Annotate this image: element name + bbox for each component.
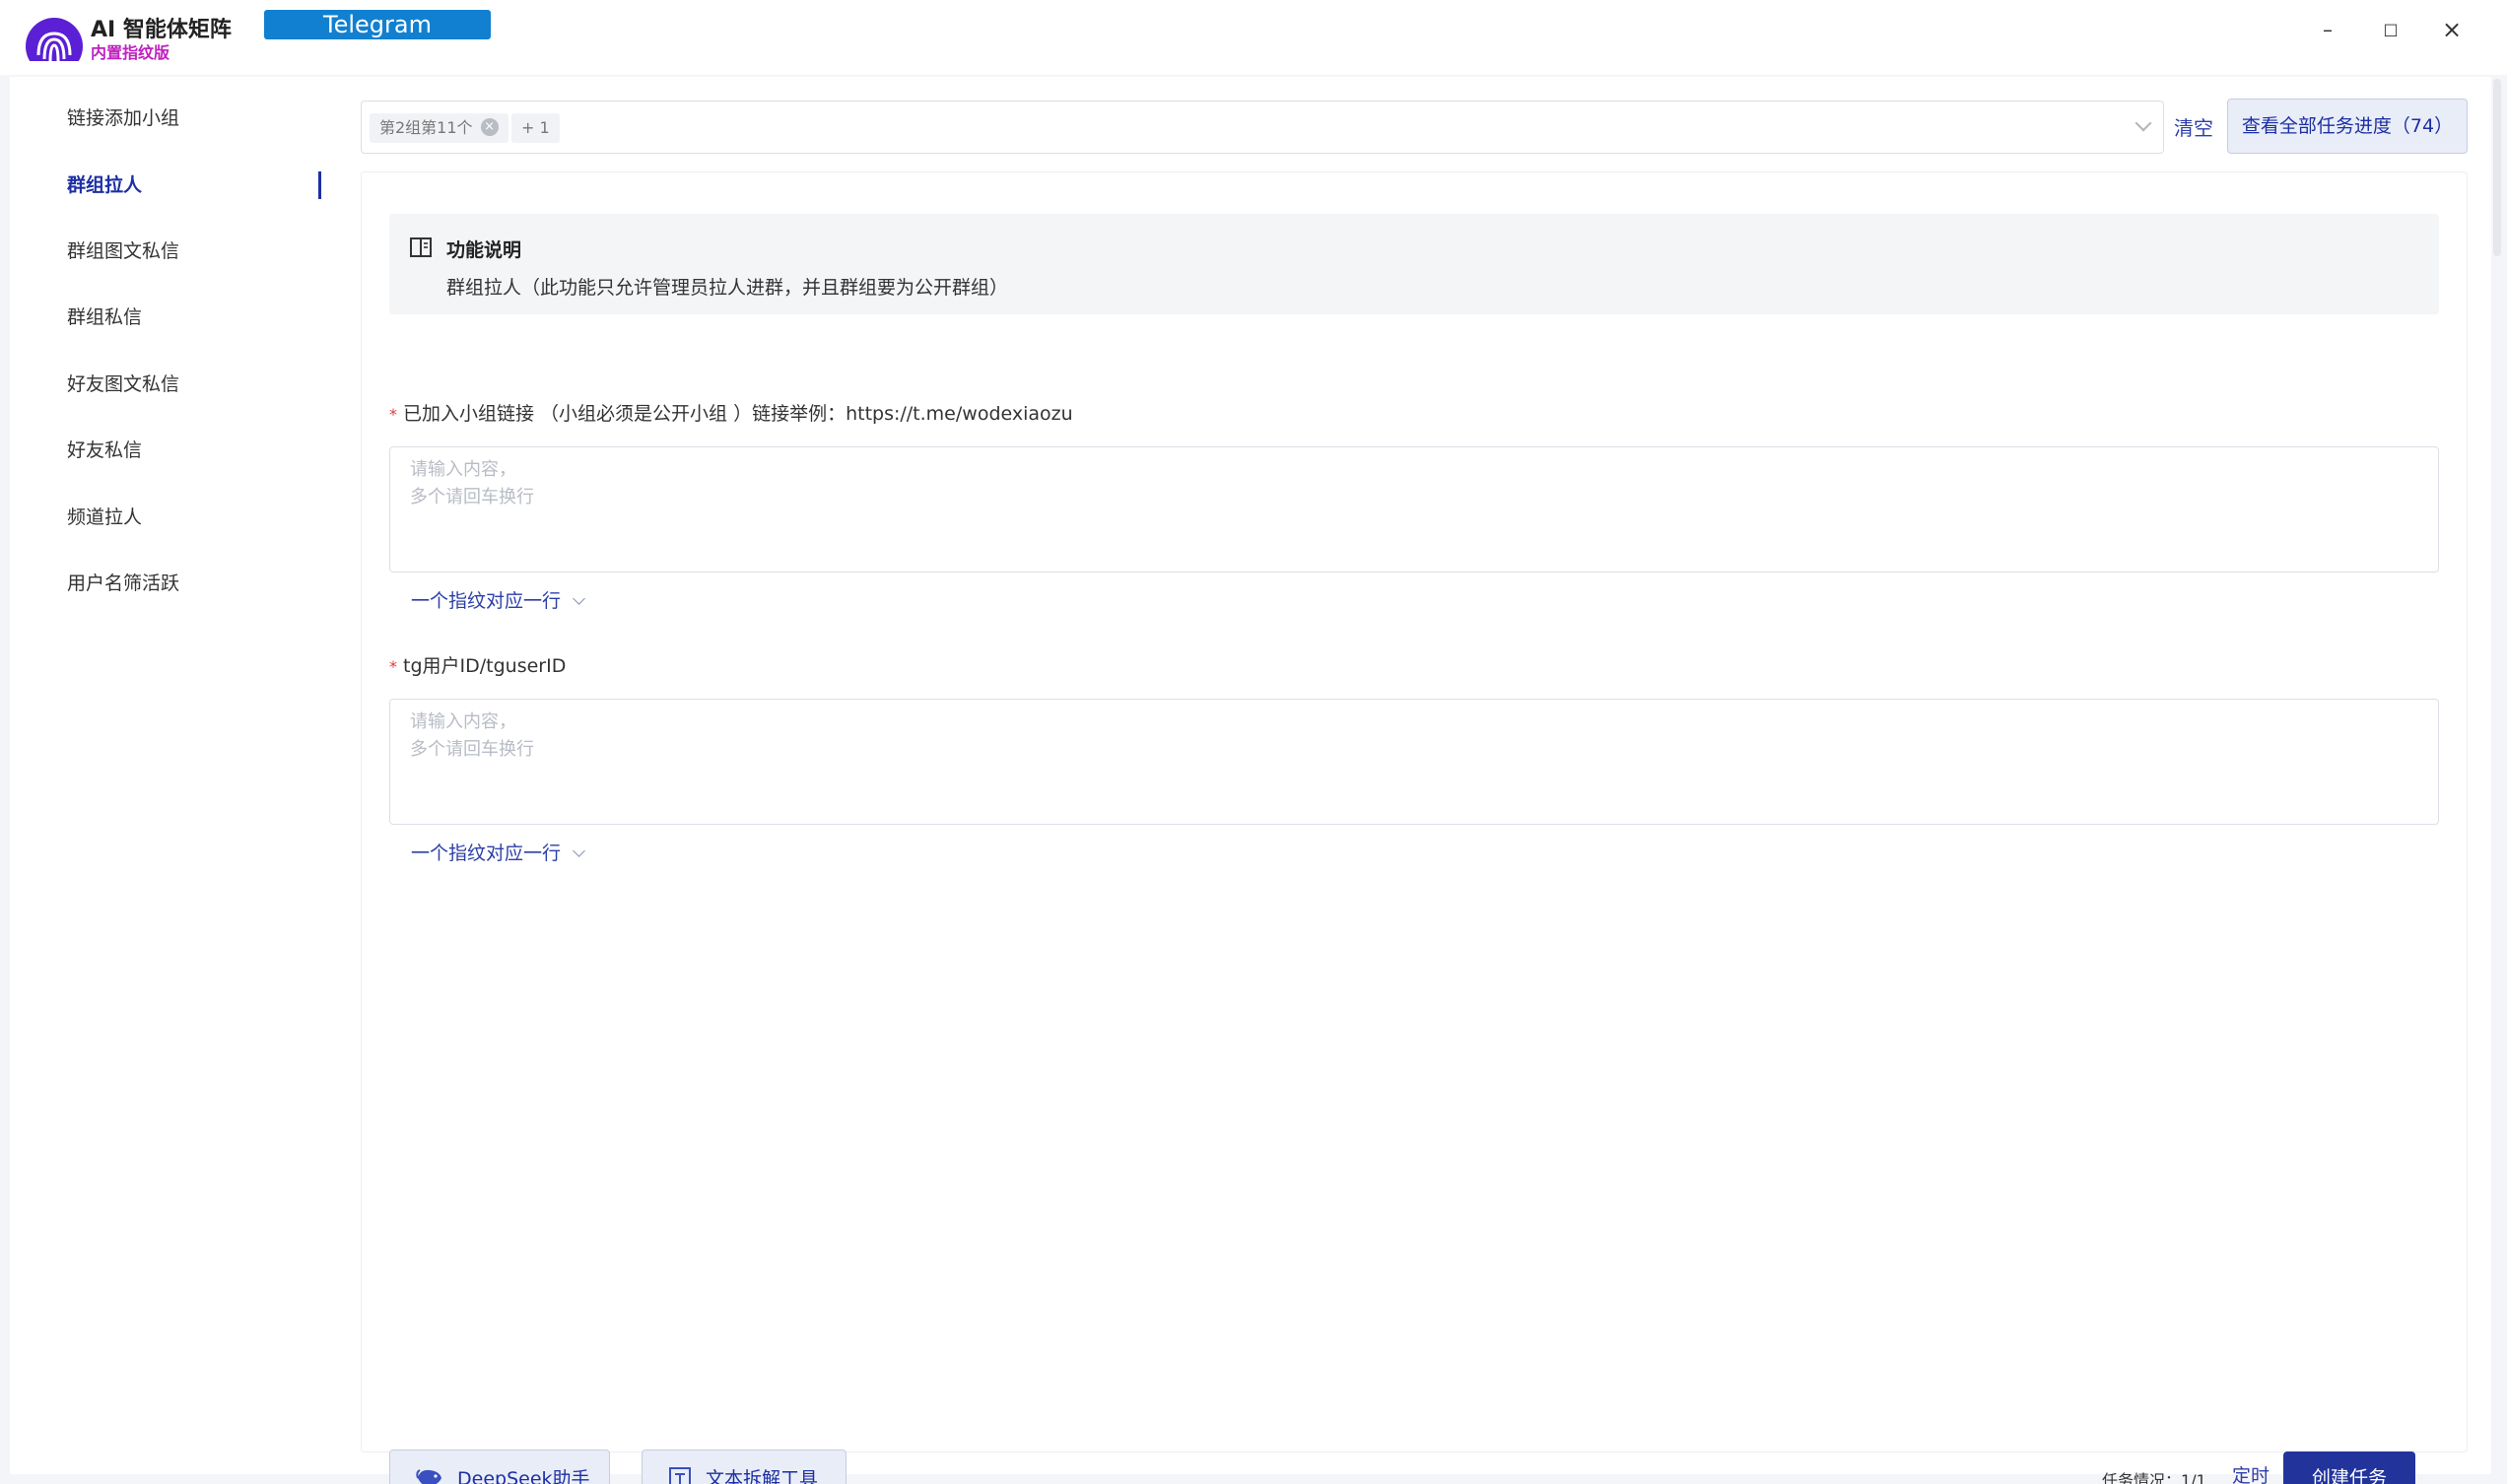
fingerprint-line-toggle[interactable]: 一个指纹对应一行 [411, 586, 585, 613]
sidebar-item-group-rich-dm[interactable]: 群组图文私信 [28, 224, 333, 279]
sidebar-item-username-active-filter[interactable]: 用户名筛活跃 [28, 556, 333, 611]
tg-user-id-label: * tg用户ID/tguserID [389, 655, 567, 677]
sidebar-item-link-add-group[interactable]: 链接添加小组 [28, 91, 333, 146]
form-container: 功能说明 群组拉人（此功能只允许管理员拉人进群，并且群组要为公开群组） * 已加入… [361, 171, 2468, 1484]
minimize-button[interactable]: – [2306, 12, 2349, 47]
info-panel: 功能说明 群组拉人（此功能只允许管理员拉人进群，并且群组要为公开群组） [389, 214, 2439, 314]
text-split-tool-button[interactable]: 文本拆解工具 [642, 1450, 847, 1484]
maximize-button[interactable]: □ [2369, 12, 2412, 47]
chevron-down-icon[interactable] [2134, 114, 2152, 132]
book-icon [410, 237, 432, 257]
required-mark: * [389, 405, 397, 424]
close-button[interactable]: × [2430, 12, 2473, 47]
create-task-button[interactable]: 创建任务 [2283, 1451, 2415, 1484]
whale-icon [416, 1469, 441, 1484]
fingerprint-logo-icon [24, 16, 85, 61]
app-subtitle: 内置指纹版 [91, 43, 170, 62]
info-text: 群组拉人（此功能只允许管理员拉人进群，并且群组要为公开群组） [446, 277, 1009, 299]
sidebar-item-group-dm[interactable]: 群组私信 [28, 290, 333, 345]
info-title: 功能说明 [446, 239, 522, 261]
group-link-input[interactable] [389, 446, 2439, 573]
view-all-progress-button[interactable]: 查看全部任务进度（74） [2227, 99, 2468, 154]
chevron-down-icon [573, 592, 585, 605]
deepseek-assistant-button[interactable]: DeepSeek助手 [389, 1450, 610, 1484]
group-link-label: * 已加入小组链接 （小组必须是公开小组 ）链接举例：https://t.me/w… [389, 403, 1073, 425]
sidebar-item-group-pull[interactable]: 群组拉人 [28, 158, 333, 213]
required-mark: * [389, 657, 397, 676]
group-tag: 第2组第11个 × [370, 113, 508, 143]
platform-badge[interactable]: Telegram [264, 10, 491, 39]
sidebar-item-friend-dm[interactable]: 好友私信 [28, 423, 333, 478]
text-tool-icon [669, 1467, 691, 1484]
clear-button[interactable]: 清空 [2174, 112, 2213, 141]
task-status: 任务情况：1/1 [2102, 1471, 2206, 1484]
scrollbar[interactable] [2493, 79, 2501, 256]
schedule-button[interactable]: 定时 [2232, 1461, 2270, 1484]
sidebar: 链接添加小组 群组拉人 群组图文私信 群组私信 好友图文私信 好友私信 频道拉人… [10, 77, 333, 1474]
tag-close-icon[interactable]: × [480, 117, 499, 136]
group-tag-more: + 1 [511, 113, 560, 143]
chevron-down-icon [573, 844, 585, 857]
tg-user-id-input[interactable] [389, 699, 2439, 825]
sidebar-item-channel-pull[interactable]: 频道拉人 [28, 490, 333, 545]
title-bar: AI 智能体矩阵 内置指纹版 Telegram – □ × [0, 0, 2507, 75]
group-select[interactable]: 第2组第11个 × + 1 [361, 101, 2164, 154]
fingerprint-line-toggle[interactable]: 一个指纹对应一行 [411, 839, 585, 865]
main-panel: 第2组第11个 × + 1 清空 查看全部任务进度（74） 功能说明 群组拉人（此… [333, 77, 2491, 1484]
sidebar-item-friend-rich-dm[interactable]: 好友图文私信 [28, 357, 333, 412]
app-window: AI 智能体矩阵 内置指纹版 Telegram – □ × 链接添加小组 群组拉… [0, 0, 2507, 1484]
